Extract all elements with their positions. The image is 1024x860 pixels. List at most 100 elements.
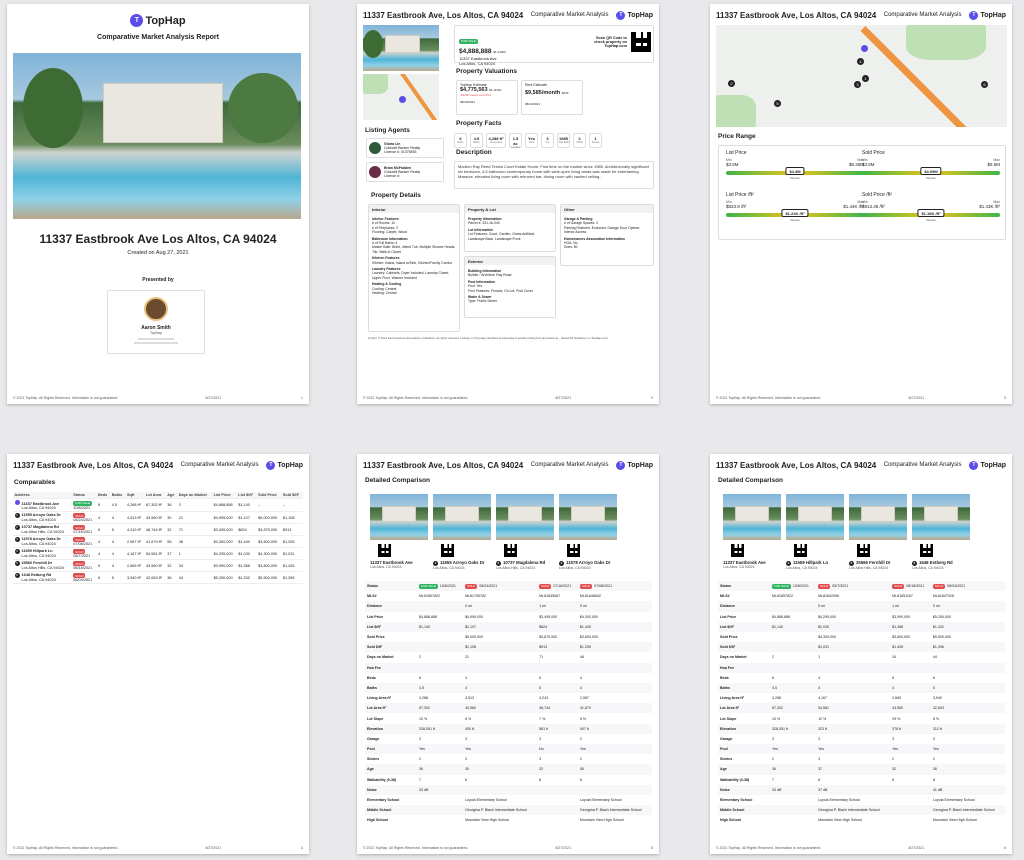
table-row[interactable]: 1 11555 Arroyo Oaks Dr Los Altos, CA 94024… (13, 512, 303, 524)
fact-label: Stories (591, 141, 600, 144)
row-value: SOLD 05/7/2021 (816, 581, 891, 592)
property-photo (496, 494, 554, 540)
comparables-title: Comparables (14, 479, 56, 486)
page-number: 3 (1004, 396, 1006, 400)
agent-avatar (369, 142, 381, 154)
status-cell: SOLD 05/7/2021 (72, 548, 97, 560)
sold-price-range: Sold Price Min $3.6M Max $5.5M $4.09M Media… (862, 150, 1000, 180)
detailed-comparison-title: Detailed Comparison (365, 477, 431, 484)
property-facts: 6 Beds 4.5 Baths 4,288 ft² Living Area 1.5 … (454, 133, 602, 149)
row-value: Georgina P. Blach Intermediate School (463, 805, 538, 816)
comparison-row: Lot Area ft² 67,302 43,560 48,744 41,679 (365, 703, 652, 714)
row-value: 4 (577, 682, 652, 694)
row-value: $1,031 (816, 642, 891, 653)
map-pin-3[interactable]: 3 (854, 81, 861, 88)
subject-pin-icon[interactable] (861, 45, 868, 52)
row-city: Los Altos, CA 94024 (21, 554, 56, 558)
status-date: 07/08/2021 (73, 542, 93, 546)
row-value: 1 (818, 655, 821, 660)
address-cell: 3 11578 Arroyo Oaks Dr Los Altos, CA 94024 (13, 536, 72, 548)
map-pin-2[interactable]: 4 (857, 58, 864, 65)
table-row[interactable]: 4 11559 Hillpark Ln Los Altos, CA 94024 SOL… (13, 548, 303, 560)
sold-price-sqft-range: Sold Price /ft² Min $913.48 /ft² Max $1.43K… (862, 192, 1000, 222)
row-value: 3 (539, 736, 542, 741)
row-label: Walkability (0-38) (367, 777, 397, 782)
map-pin-5[interactable]: 5 (774, 100, 781, 107)
row-value: 4 (465, 675, 468, 680)
cell-lot: 41,679 ft² (145, 539, 162, 544)
row-value: 400 ft (463, 723, 538, 734)
detail-line: Master Bath: Bidet, Jetted Tub, Multiple… (372, 245, 456, 254)
row-value: 3 (772, 736, 774, 741)
property-name-text: 25566 Fernhill Dr (856, 560, 891, 565)
row-value (770, 805, 817, 816)
row-value: 3 (818, 757, 821, 762)
row-value: ML81857822 (772, 594, 793, 599)
range-max: $1.44K /ft² (843, 204, 864, 209)
fact-dom: 2 DOM (573, 133, 586, 148)
cell-lp: $5,250,000 (213, 575, 233, 580)
row-label: Elevation (718, 723, 770, 734)
map-pin-2b[interactable]: 2 (728, 80, 735, 87)
cell-sp: $5,000,000 (258, 515, 278, 520)
map-pin-6[interactable]: 6 (981, 81, 988, 88)
comparison-row: List $/ft² $1,140 $1,030 $1,388 $1,332 (718, 621, 1005, 632)
row-label: Beds (720, 675, 729, 680)
row-value: 6 (579, 777, 582, 782)
comparison-row: Beds 6 4 5 6 (718, 673, 1005, 683)
row-value: ML81851167 (892, 594, 913, 599)
range-median: $4.09M (920, 167, 942, 175)
cell-sqft: 2,987 ft² (126, 539, 141, 544)
page-number: 2 (651, 396, 653, 400)
cell-dom: 44 (178, 575, 183, 580)
fact-baths: 4.5 Baths (470, 133, 483, 148)
row-value: 7 % (539, 716, 546, 721)
comparison-row: Hoa Fee (365, 662, 652, 673)
row-value: 42,653 (930, 703, 1005, 714)
comparison-row: Living Area ft² 4,288 4,513 4,243 2,987 (365, 693, 652, 703)
median-label: Median (926, 218, 936, 222)
comparables-map[interactable]: 4 1 3 2 5 6 (716, 25, 1007, 127)
page-footer: © 2021 TopHap. All Rights Reserved. Info… (716, 846, 1006, 850)
row-label: Status (718, 581, 770, 592)
table-row[interactable]: 5 25566 Fernhill Dr Los Altos Hills, CA 94… (13, 560, 303, 572)
listing-agent-row: Gloria Lin Coldwell Banker Realty License … (366, 138, 444, 158)
row-value: 2 (772, 655, 774, 660)
row-value: ML81848842 (579, 594, 601, 599)
cell-spsf: $1,031 (282, 551, 295, 556)
price-range-title: Price Range (718, 133, 756, 140)
row-value: 48 (579, 655, 584, 660)
property-thumb: 11337 Eastbrook Ave Los Altos, CA 94024 (370, 494, 428, 570)
table-row[interactable]: 6 1648 Estberg Rd Los Altos, CA 94024 SOLD 0… (13, 572, 303, 584)
comp-number-icon: 5 (14, 561, 20, 566)
row-label: Lot Slope (720, 716, 737, 721)
table-row[interactable]: 3 11578 Arroyo Oaks Dr Los Altos, CA 94024… (13, 536, 303, 548)
detail-line: Lot Features: Court, Garden, Grass Artif… (468, 232, 535, 241)
detailed-comparison-page-1: 11337 Eastbrook Ave, Los Altos, CA 94024… (357, 454, 659, 854)
range-bar: $1.22K /ft² (726, 209, 864, 217)
row-label: Stories (367, 757, 380, 762)
header-address: 11337 Eastbrook Ave, Los Altos, CA 94024 (13, 460, 174, 470)
row-value: $824 (537, 621, 578, 632)
row-label: Distance (718, 601, 770, 612)
page-number: 1 (301, 396, 303, 400)
cell-age: 37 (167, 551, 172, 556)
table-row[interactable]: 11337 Eastbrook Ave Los Altos, CA 94024 FO… (13, 499, 303, 512)
property-name-text: 11578 Arroyo Oaks Dr (566, 560, 611, 565)
row-value: SOLD 08/18/2021 (890, 581, 931, 592)
map-pin-1[interactable]: 1 (862, 75, 869, 82)
cell-baths: 4 (111, 563, 114, 568)
brand-logo: T TopHap (969, 10, 1006, 20)
lot-heading: Property & Lot (465, 205, 555, 213)
row-value: Yes (577, 744, 652, 755)
row-value: 5 (537, 682, 578, 694)
row-value: 323 ft (816, 723, 891, 734)
detail-line: Parking Features: Enclosed, Garage Door … (564, 225, 641, 235)
cell-lpsf: $1,388 (238, 563, 250, 568)
row-value (890, 662, 931, 673)
table-row[interactable]: 2 10737 Magdalena Rd Los Altos Hills, CA 9… (13, 524, 303, 536)
cell-lpsf: $1,030 (238, 551, 250, 556)
row-value: 6 (465, 777, 468, 782)
row-city: Los Altos, CA 94024 (21, 578, 56, 582)
tophap-logo-icon: T (616, 10, 626, 20)
